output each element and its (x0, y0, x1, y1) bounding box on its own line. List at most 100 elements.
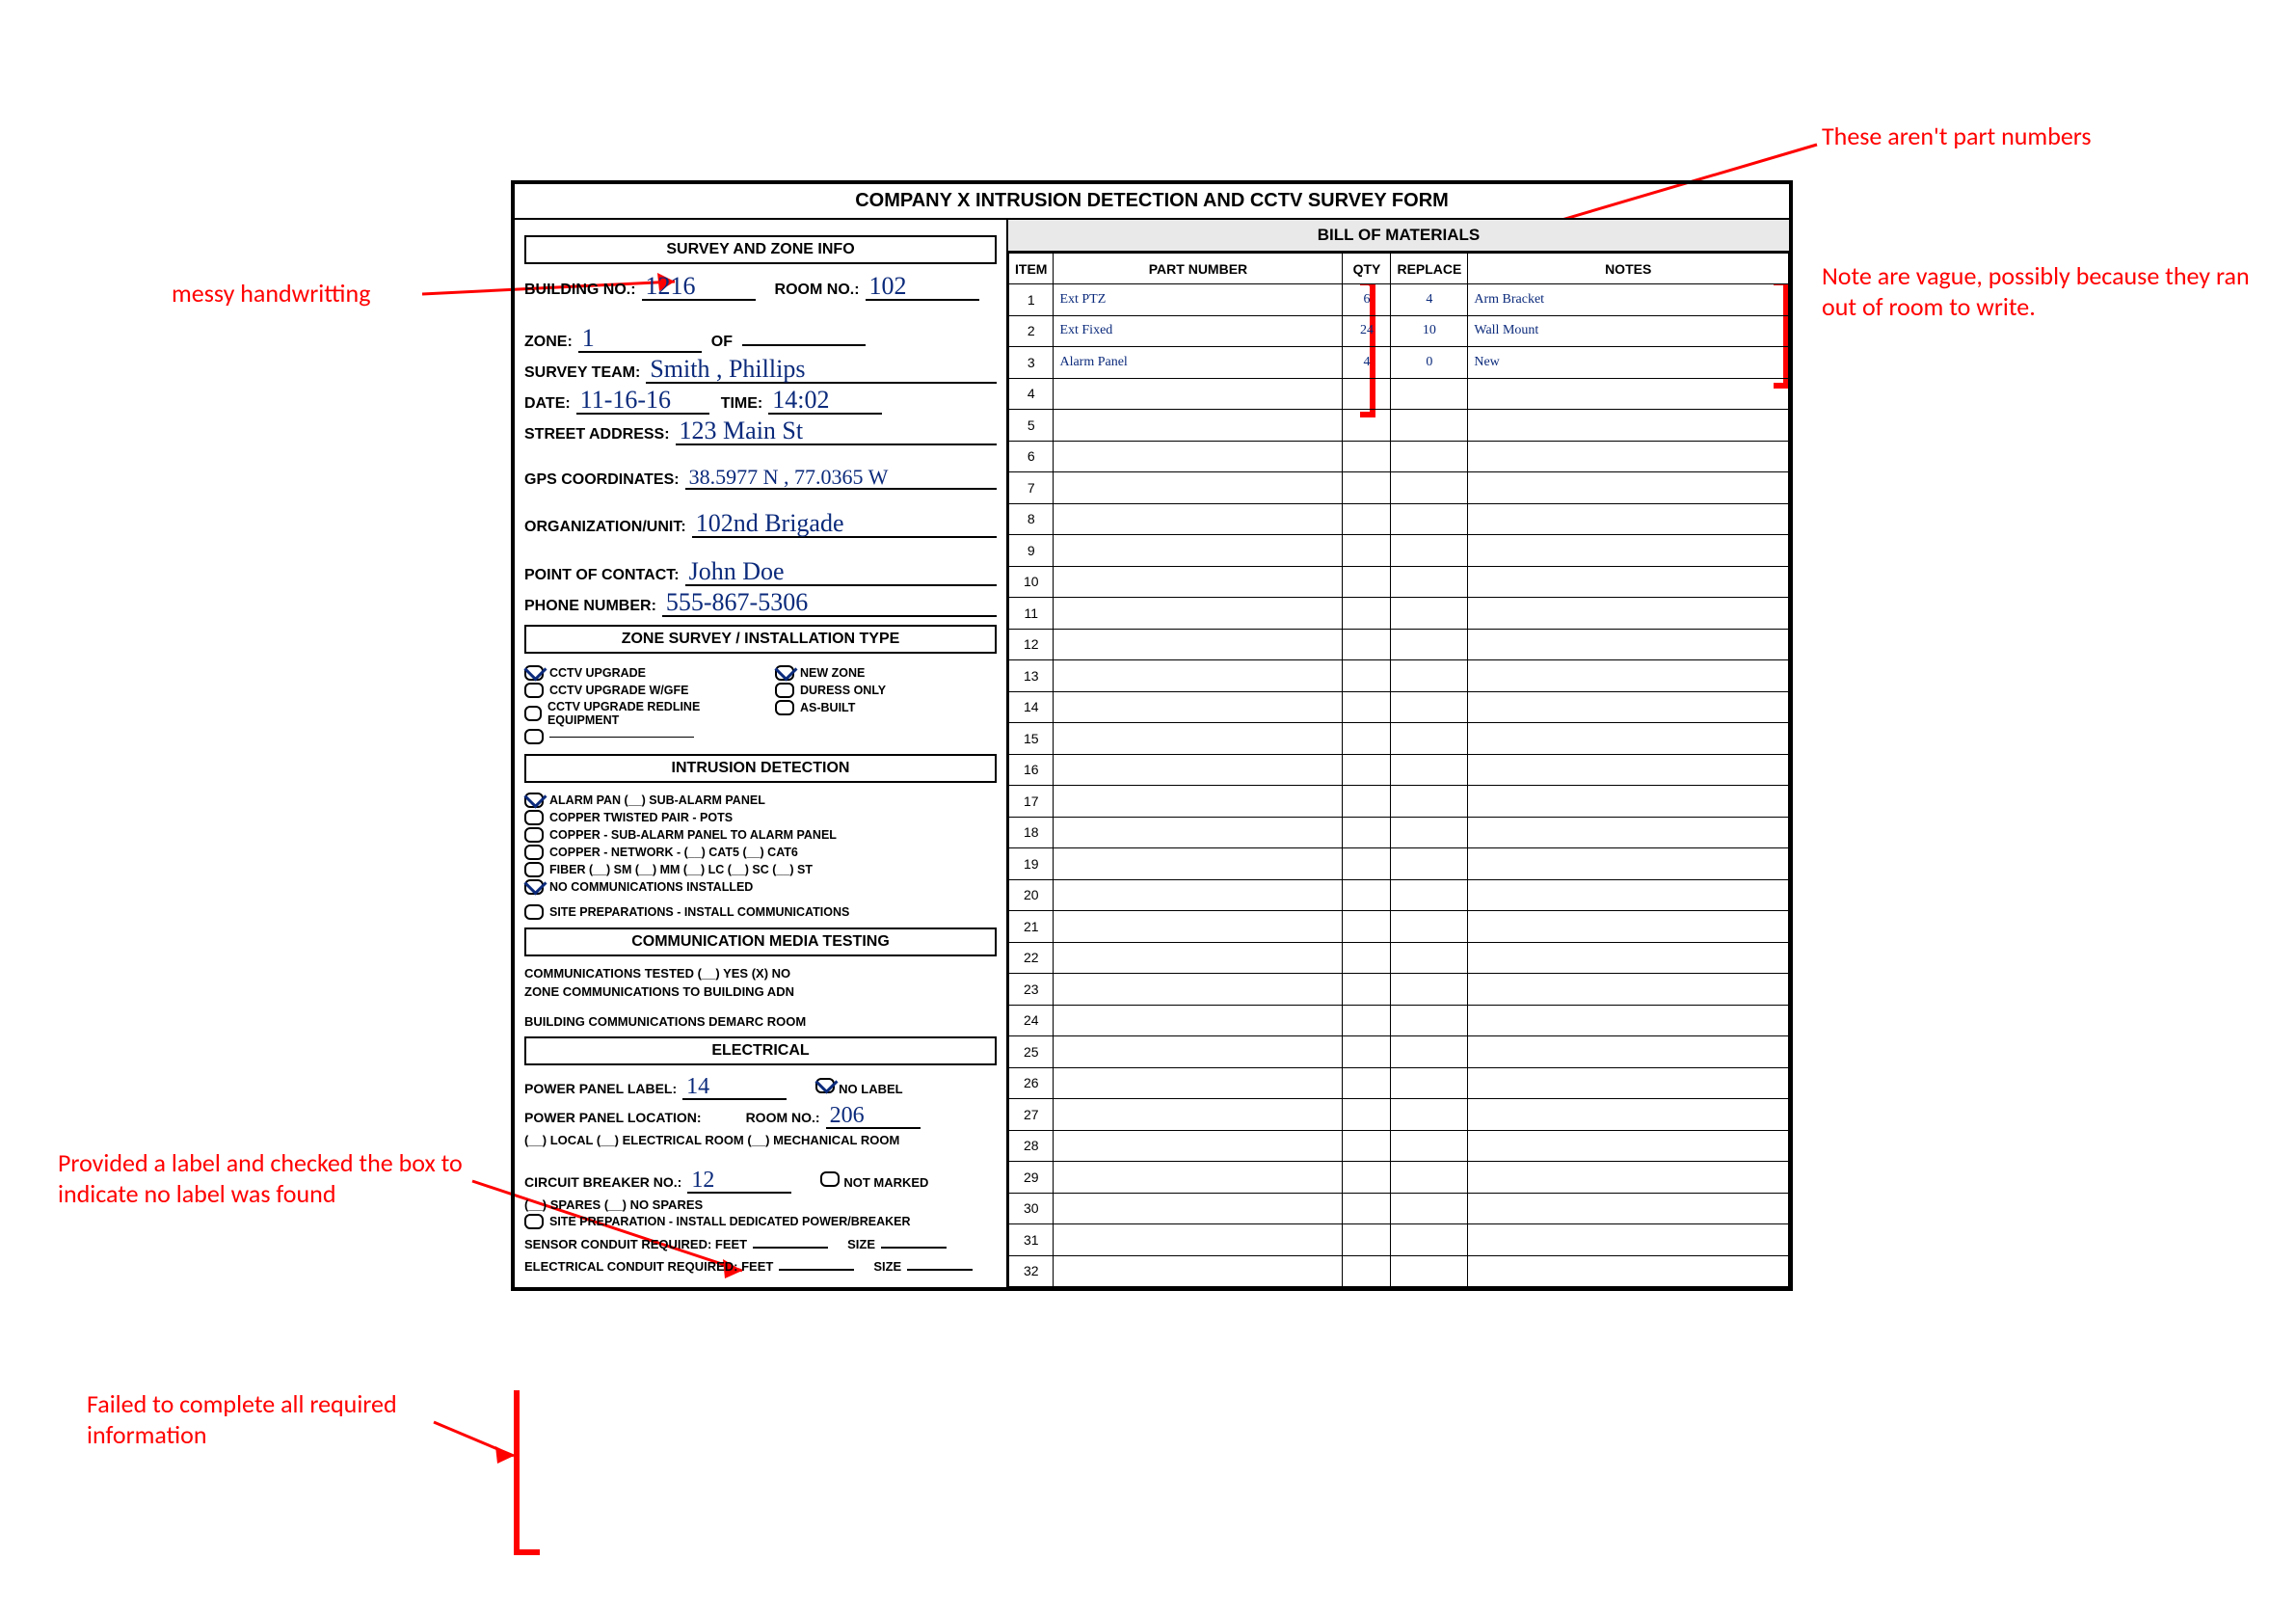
cell-notes[interactable] (1468, 660, 1789, 692)
cell-notes[interactable]: Wall Mount (1468, 315, 1789, 347)
cell-part[interactable] (1054, 879, 1343, 911)
cell-replace[interactable] (1391, 566, 1468, 598)
cell-notes[interactable] (1468, 410, 1789, 442)
cell-notes[interactable] (1468, 1162, 1789, 1194)
cell-notes[interactable] (1468, 723, 1789, 755)
cell-replace[interactable] (1391, 472, 1468, 504)
cell-qty[interactable] (1343, 1255, 1391, 1287)
cell-replace[interactable] (1391, 942, 1468, 974)
org-value[interactable]: 102nd Brigade (692, 511, 997, 538)
panel-loc-room-value[interactable]: 206 (826, 1104, 921, 1129)
chk-cctv-upgrade[interactable] (524, 665, 544, 681)
cell-qty[interactable] (1343, 786, 1391, 818)
cell-replace[interactable] (1391, 1162, 1468, 1194)
cell-qty[interactable] (1343, 974, 1391, 1006)
cell-replace[interactable] (1391, 410, 1468, 442)
zone-value[interactable]: 1 (578, 326, 702, 353)
cell-notes[interactable] (1468, 598, 1789, 630)
cell-replace[interactable] (1391, 848, 1468, 880)
cell-part[interactable] (1054, 1255, 1343, 1287)
cell-notes[interactable] (1468, 1255, 1789, 1287)
panel-label-value[interactable]: 14 (682, 1075, 787, 1100)
cell-qty[interactable] (1343, 566, 1391, 598)
cell-part[interactable] (1054, 441, 1343, 472)
cell-qty[interactable] (1343, 879, 1391, 911)
cell-qty[interactable] (1343, 1162, 1391, 1194)
cell-qty[interactable] (1343, 723, 1391, 755)
chk-not-marked[interactable] (820, 1171, 840, 1187)
cell-part[interactable] (1054, 1130, 1343, 1162)
chk-duress[interactable] (775, 683, 794, 698)
cell-notes[interactable] (1468, 1005, 1789, 1036)
cell-notes[interactable] (1468, 1193, 1789, 1224)
time-value[interactable]: 14:02 (768, 388, 882, 415)
cell-qty[interactable] (1343, 410, 1391, 442)
cell-part[interactable] (1054, 378, 1343, 410)
cell-replace[interactable] (1391, 1224, 1468, 1256)
cell-part[interactable] (1054, 911, 1343, 943)
cell-qty[interactable] (1343, 535, 1391, 567)
cell-qty[interactable] (1343, 754, 1391, 786)
cell-part[interactable] (1054, 1224, 1343, 1256)
chk-cctv-gfe[interactable] (524, 683, 544, 698)
cell-replace[interactable] (1391, 503, 1468, 535)
cell-part[interactable] (1054, 629, 1343, 660)
chk-siteprep-power[interactable] (524, 1214, 544, 1229)
gps-value[interactable]: 38.5977 N , 77.0365 W (685, 467, 997, 490)
cell-qty[interactable] (1343, 1036, 1391, 1068)
cell-part[interactable] (1054, 1099, 1343, 1131)
cell-part[interactable] (1054, 503, 1343, 535)
cell-qty[interactable] (1343, 660, 1391, 692)
building-no-value[interactable]: 1216 (642, 274, 756, 301)
cell-replace[interactable] (1391, 911, 1468, 943)
cell-replace[interactable]: 10 (1391, 315, 1468, 347)
cell-replace[interactable] (1391, 817, 1468, 848)
cell-qty[interactable] (1343, 378, 1391, 410)
cell-qty[interactable] (1343, 1067, 1391, 1099)
cell-qty[interactable] (1343, 1224, 1391, 1256)
cell-notes[interactable] (1468, 786, 1789, 818)
cell-replace[interactable] (1391, 974, 1468, 1006)
cell-part[interactable]: Ext Fixed (1054, 315, 1343, 347)
cell-part[interactable] (1054, 410, 1343, 442)
cell-part[interactable] (1054, 1005, 1343, 1036)
cell-notes[interactable] (1468, 629, 1789, 660)
cell-qty[interactable] (1343, 1099, 1391, 1131)
cell-replace[interactable] (1391, 1130, 1468, 1162)
cell-notes[interactable] (1468, 691, 1789, 723)
chk-cctv-redline[interactable] (524, 706, 542, 721)
cell-notes[interactable] (1468, 566, 1789, 598)
cell-part[interactable] (1054, 848, 1343, 880)
cell-notes[interactable] (1468, 942, 1789, 974)
chk-pots[interactable] (524, 810, 544, 825)
chk-asbuilt[interactable] (775, 700, 794, 715)
cell-replace[interactable] (1391, 535, 1468, 567)
cell-part[interactable]: Ext PTZ (1054, 284, 1343, 316)
cell-replace[interactable] (1391, 378, 1468, 410)
cell-notes[interactable] (1468, 974, 1789, 1006)
cell-replace[interactable]: 4 (1391, 284, 1468, 316)
cell-notes[interactable] (1468, 754, 1789, 786)
cell-qty[interactable]: 24 (1343, 315, 1391, 347)
cell-replace[interactable] (1391, 691, 1468, 723)
cell-qty[interactable] (1343, 503, 1391, 535)
cell-qty[interactable] (1343, 1193, 1391, 1224)
cell-replace[interactable] (1391, 1193, 1468, 1224)
cell-qty[interactable] (1343, 848, 1391, 880)
cell-notes[interactable]: New (1468, 347, 1789, 379)
cell-part[interactable] (1054, 754, 1343, 786)
cell-part[interactable]: Alarm Panel (1054, 347, 1343, 379)
cell-part[interactable] (1054, 535, 1343, 567)
cell-qty[interactable]: 4 (1343, 347, 1391, 379)
cell-notes[interactable] (1468, 503, 1789, 535)
of-value[interactable] (742, 344, 866, 346)
cell-notes[interactable] (1468, 441, 1789, 472)
cell-replace[interactable] (1391, 598, 1468, 630)
cell-qty[interactable] (1343, 629, 1391, 660)
date-value[interactable]: 11-16-16 (576, 388, 709, 415)
team-value[interactable]: Smith , Phillips (646, 357, 997, 384)
cell-replace[interactable] (1391, 1255, 1468, 1287)
address-value[interactable]: 123 Main St (676, 418, 997, 445)
cell-notes[interactable]: Arm Bracket (1468, 284, 1789, 316)
cell-replace[interactable] (1391, 723, 1468, 755)
